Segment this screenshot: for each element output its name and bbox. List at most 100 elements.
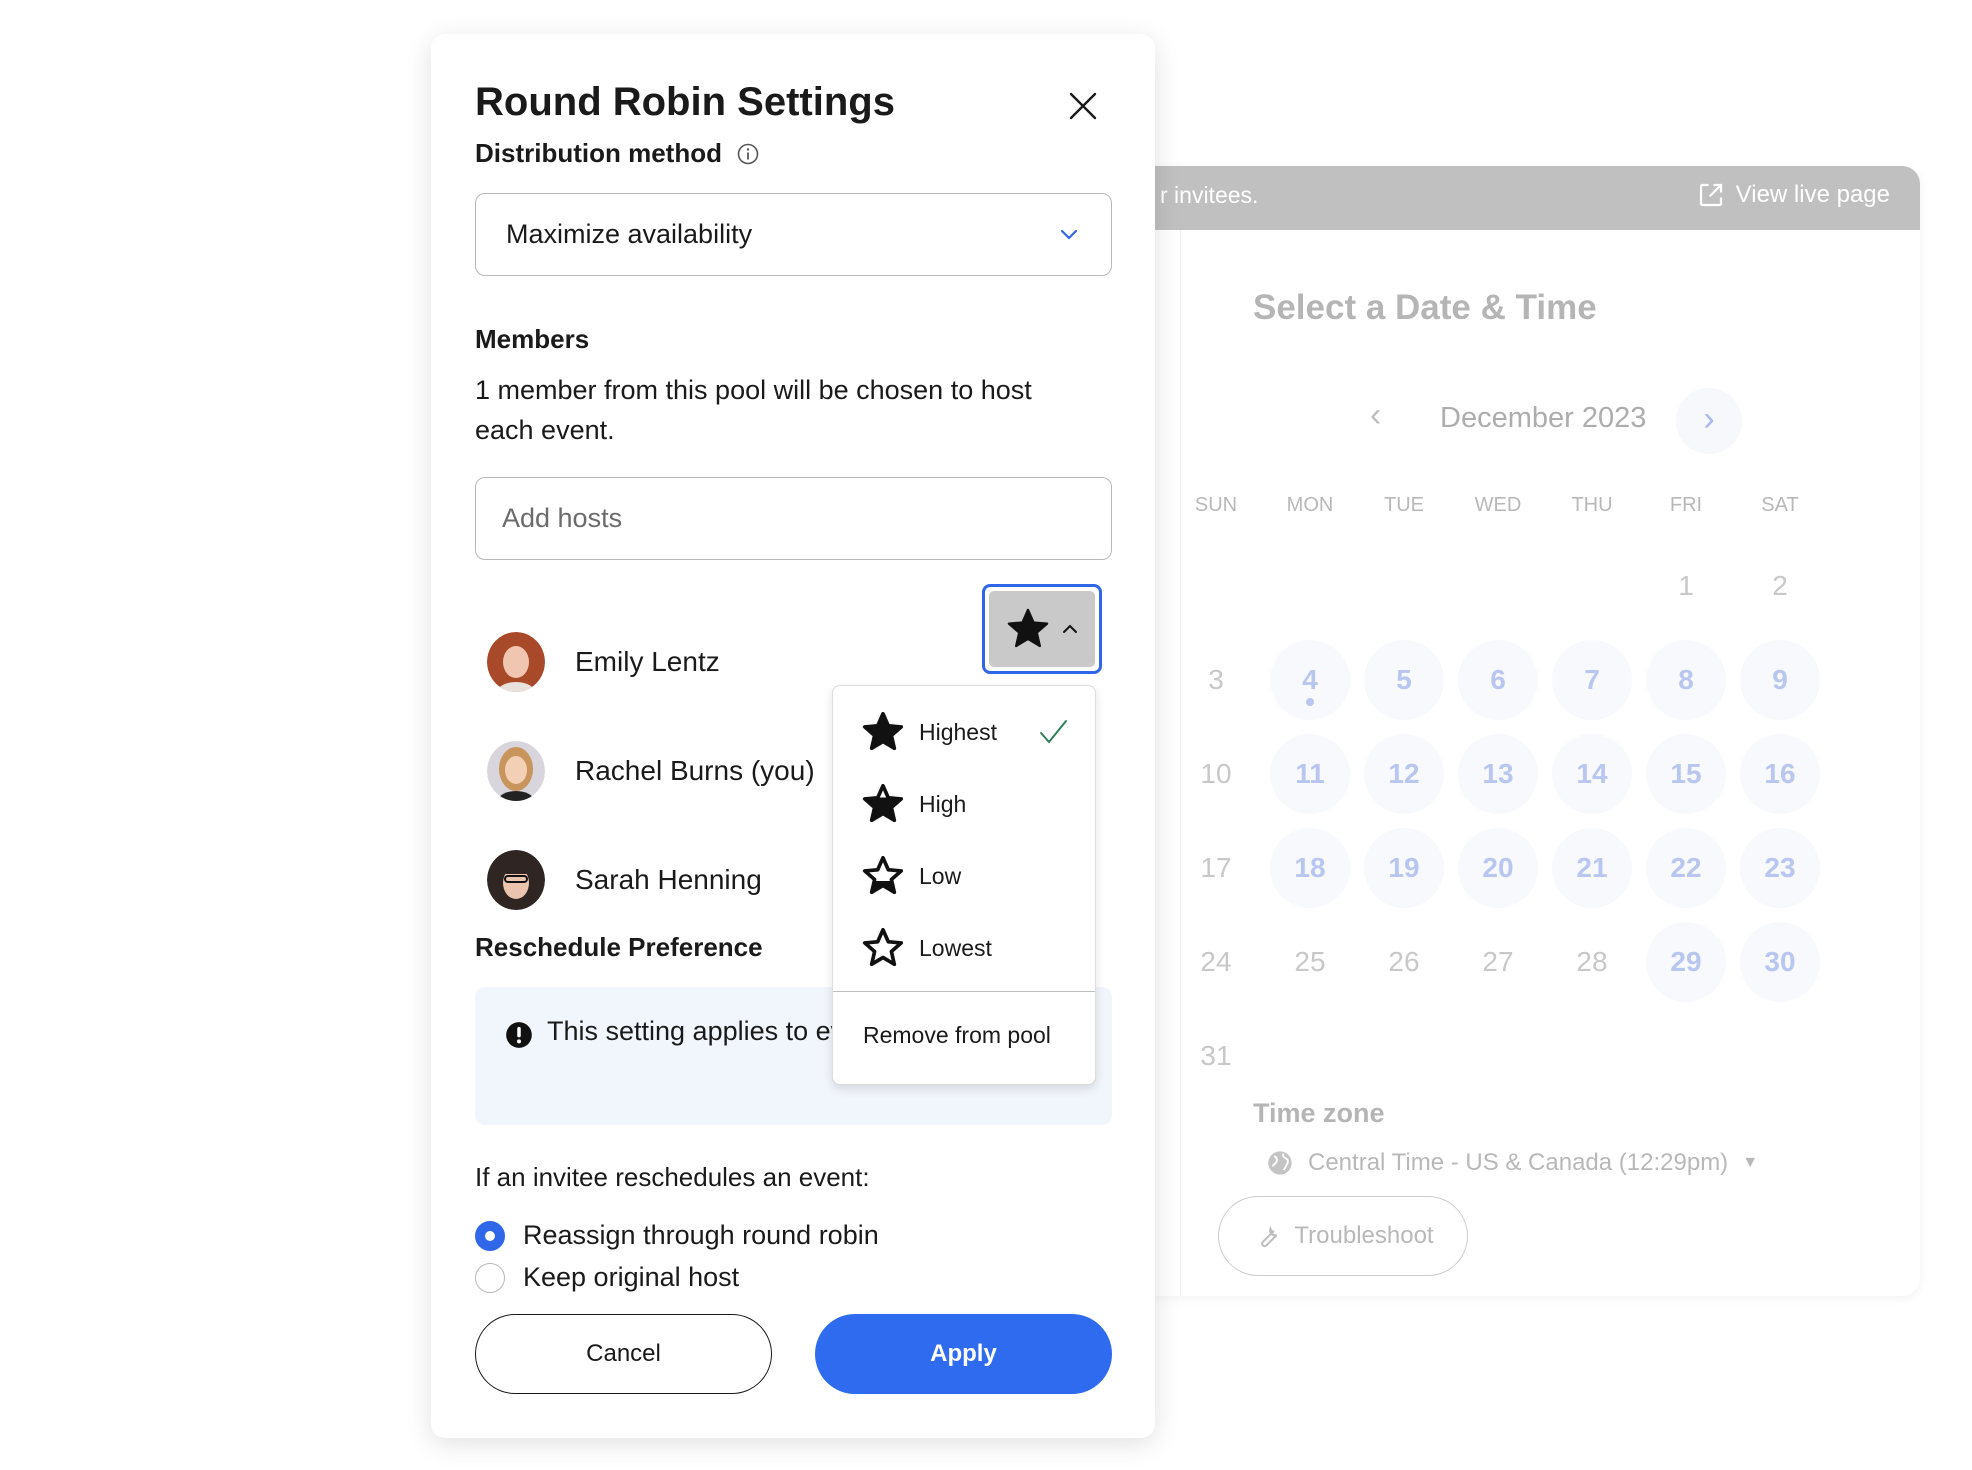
calendar-day[interactable]: 19 xyxy=(1364,828,1444,908)
preview-banner: r invitees. View live page xyxy=(1120,166,1920,230)
priority-option-label: High xyxy=(919,790,967,817)
cancel-button[interactable]: Cancel xyxy=(475,1314,772,1394)
timezone-value: Central Time - US & Canada (12:29pm) xyxy=(1308,1149,1729,1176)
troubleshoot-button[interactable]: Troubleshoot xyxy=(1218,1196,1468,1276)
modal-title: Round Robin Settings xyxy=(475,80,895,124)
members-heading: Members xyxy=(475,324,590,354)
calendar-day[interactable]: 18 xyxy=(1270,828,1350,908)
calendar-day[interactable]: 20 xyxy=(1458,828,1538,908)
calendar-day[interactable]: 23 xyxy=(1740,828,1820,908)
member-name: Emily Lentz xyxy=(575,646,720,677)
alert-icon xyxy=(506,1022,532,1048)
radio-keep-original-host[interactable]: Keep original host xyxy=(475,1262,739,1293)
calendar-day[interactable]: 15 xyxy=(1646,734,1726,814)
calendar-day[interactable]: 9 xyxy=(1740,640,1820,720)
calendar-day[interactable]: 7 xyxy=(1552,640,1632,720)
priority-option-low[interactable]: Low xyxy=(833,840,1095,912)
timezone-select[interactable]: Central Time - US & Canada (12:29pm) ▼ xyxy=(1266,1149,1758,1177)
round-robin-settings-modal: Round Robin Settings Distribution method… xyxy=(431,34,1155,1438)
calendar-day[interactable]: 5 xyxy=(1364,640,1444,720)
star-icon xyxy=(862,855,904,895)
remove-from-pool-item[interactable]: Remove from pool xyxy=(863,1022,1051,1049)
priority-dropdown-inner xyxy=(989,591,1095,667)
troubleshoot-label: Troubleshoot xyxy=(1294,1222,1434,1249)
calendar-day: 24 xyxy=(1200,946,1232,977)
prev-month-button[interactable]: ‹ xyxy=(1370,396,1381,435)
weekday-label: MON xyxy=(1286,494,1334,516)
member-name: Sarah Henning xyxy=(575,864,762,895)
reschedule-question: If an invitee reschedules an event: xyxy=(475,1162,870,1192)
caret-down-icon: ▼ xyxy=(1742,1154,1759,1171)
month-label: December 2023 xyxy=(1440,402,1647,434)
app-root: r invitees. View live page Select a Date… xyxy=(0,0,1972,1470)
weekday-header: SUN MON TUE WED THU FRI SAT xyxy=(1176,494,1836,524)
view-live-page-label: View live page xyxy=(1735,181,1890,208)
member-name: Rachel Burns (you) xyxy=(575,755,815,786)
calendar-day[interactable]: 12 xyxy=(1364,734,1444,814)
distribution-method-select[interactable]: Maximize availability xyxy=(475,193,1112,276)
radio-button[interactable] xyxy=(475,1262,505,1293)
add-hosts-input[interactable] xyxy=(475,477,1112,560)
calendar-day[interactable]: 14 xyxy=(1552,734,1632,814)
calendar-day[interactable]: 16 xyxy=(1740,734,1820,814)
members-description: 1 member from this pool will be chosen t… xyxy=(475,375,1032,445)
next-month-button[interactable]: › xyxy=(1676,388,1742,454)
timezone-label: Time zone xyxy=(1253,1098,1385,1128)
radio-button[interactable] xyxy=(475,1220,505,1251)
distribution-method-text: Distribution method xyxy=(475,138,722,168)
external-link-icon xyxy=(1699,183,1722,207)
radio-label: Keep original host xyxy=(523,1262,740,1292)
check-icon xyxy=(1040,720,1067,744)
priority-option-label: Low xyxy=(919,862,962,889)
priority-option-label: Lowest xyxy=(919,934,992,961)
info-icon[interactable] xyxy=(736,142,760,166)
priority-dropdown-button[interactable] xyxy=(982,584,1102,674)
calendar-day: 28 xyxy=(1576,946,1608,977)
calendar-day[interactable]: 22 xyxy=(1646,828,1726,908)
star-icon xyxy=(862,711,904,751)
apply-button[interactable]: Apply xyxy=(815,1314,1112,1394)
weekday-label: THU xyxy=(1571,494,1613,516)
calendar-day[interactable]: 6 xyxy=(1458,640,1538,720)
calendar-day[interactable]: 21 xyxy=(1552,828,1632,908)
priority-option-high[interactable]: High xyxy=(833,768,1095,840)
radio-reassign-round-robin[interactable]: Reassign through round robin xyxy=(475,1220,879,1251)
view-live-page-link[interactable]: View live page xyxy=(1696,180,1890,210)
calendar-day: 3 xyxy=(1208,664,1224,695)
star-icon xyxy=(862,783,904,823)
calendar-day[interactable]: 30 xyxy=(1740,922,1820,1002)
reschedule-preference-heading: Reschedule Preference xyxy=(475,932,763,962)
weekday-label: FRI xyxy=(1669,494,1703,516)
menu-divider xyxy=(833,991,1095,992)
priority-option-label: Highest xyxy=(919,718,997,745)
calendar-day[interactable]: 8 xyxy=(1646,640,1726,720)
star-icon xyxy=(862,927,904,967)
avatar xyxy=(487,632,545,692)
calendar-day[interactable]: 4 xyxy=(1270,640,1350,720)
globe-icon xyxy=(1268,1151,1292,1175)
calendar-day: 26 xyxy=(1388,946,1420,977)
today-dot xyxy=(1306,698,1314,706)
banner-text: r invitees. xyxy=(1160,182,1259,208)
calendar-day[interactable]: 29 xyxy=(1646,922,1726,1002)
priority-option-lowest[interactable]: Lowest xyxy=(833,912,1095,984)
calendar-day[interactable]: 11 xyxy=(1270,734,1350,814)
calendar-day: 10 xyxy=(1200,758,1232,789)
radio-label: Reassign through round robin xyxy=(523,1220,879,1250)
weekday-label: TUE xyxy=(1384,494,1424,516)
priority-option-highest[interactable]: Highest xyxy=(833,696,1095,768)
close-icon xyxy=(1069,92,1097,120)
calendar-day: 17 xyxy=(1200,852,1232,883)
weekday-label: SUN xyxy=(1194,494,1238,516)
close-button[interactable] xyxy=(1063,86,1103,126)
distribution-method-label: Distribution method xyxy=(475,138,760,169)
calendar-title: Select a Date & Time xyxy=(1253,288,1597,327)
calendar-day: 27 xyxy=(1482,946,1514,977)
calendar-day: 25 xyxy=(1294,946,1326,977)
calendar-grid: 1 2 3 4 5 6 7 8 9 10 11 12 13 14 15 16 17 18 19 20 21 22 23 24 2… xyxy=(1176,546,1836,1071)
calendar-day: 31 xyxy=(1200,1040,1232,1071)
calendar-day: 2 xyxy=(1772,570,1788,601)
calendar-day[interactable]: 13 xyxy=(1458,734,1538,814)
booking-preview-panel: r invitees. View live page Select a Date… xyxy=(1120,166,1920,1296)
chevron-up-icon xyxy=(1063,624,1077,633)
